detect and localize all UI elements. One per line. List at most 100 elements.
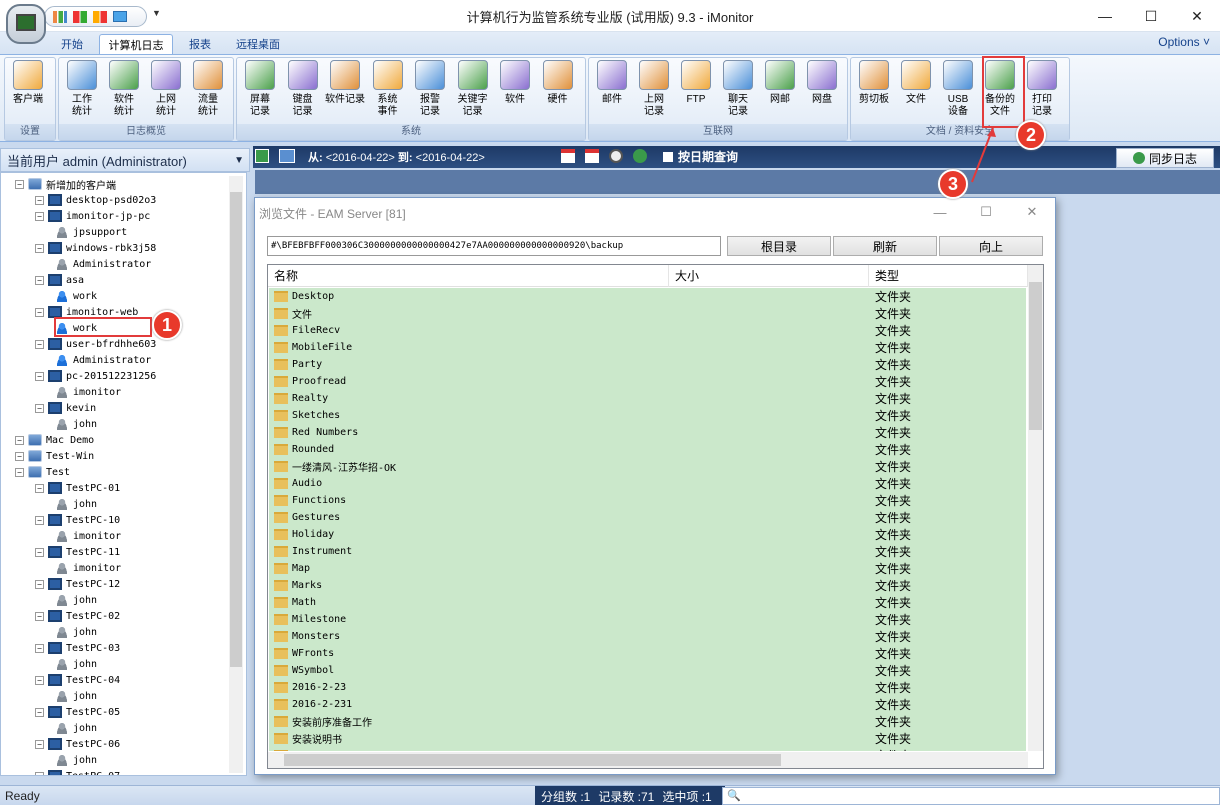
status-search-field[interactable]: 🔍 [722, 787, 1220, 805]
up-button[interactable]: 向上 [939, 236, 1043, 256]
tree-node-user[interactable]: john [55, 752, 97, 768]
column-size[interactable]: 大小 [669, 265, 869, 287]
tree-node-pc[interactable]: − TestPC-10 [35, 512, 120, 528]
file-row[interactable]: Functions 文件夹 [269, 492, 1026, 509]
export-image-icon[interactable] [279, 149, 295, 163]
file-row[interactable]: MobileFile 文件夹 [269, 339, 1026, 356]
ribbon-button-software[interactable]: 软件 [495, 60, 535, 126]
file-row[interactable]: Gestures 文件夹 [269, 509, 1026, 526]
tree-node-group[interactable]: − 新增加的客户端 [15, 176, 116, 192]
collapse-toggle-icon[interactable]: − [15, 435, 24, 445]
bar-chart-icon[interactable] [53, 10, 67, 23]
go-icon[interactable] [633, 149, 647, 163]
client-tree[interactable]: − 新增加的客户端 − desktop-psd02o3− imonitor-jp-pc j… [0, 172, 247, 776]
file-row[interactable]: WSymbol 文件夹 [269, 662, 1026, 679]
ribbon-button-bar-chart[interactable]: 工作 统计 [62, 60, 102, 126]
maximize-button[interactable]: ☐ [1128, 0, 1174, 32]
tree-node-pc[interactable]: − TestPC-01 [35, 480, 120, 496]
tree-node-pc[interactable]: − TestPC-12 [35, 576, 120, 592]
dialog-maximize-button[interactable]: ☐ [963, 198, 1009, 226]
tab-remote-desktop[interactable]: 远程桌面 [226, 34, 290, 54]
collapse-toggle-icon[interactable]: − [35, 611, 44, 621]
file-row[interactable]: Desktop 文件夹 [269, 288, 1026, 305]
tree-node-user-active[interactable]: Administrator [55, 352, 151, 368]
file-row[interactable]: Rounded 文件夹 [269, 441, 1026, 458]
app-logo-icon[interactable] [6, 4, 46, 44]
tree-node-pc[interactable]: − windows-rbk3j58 [35, 240, 156, 256]
tree-scroll-thumb[interactable] [230, 192, 242, 667]
file-list[interactable]: 名称 大小 类型 Desktop 文件夹 文件 文件夹 FileRecv 文件夹 Mobil… [267, 264, 1044, 769]
collapse-toggle-icon[interactable]: − [35, 211, 44, 221]
ribbon-button-webmail[interactable]: 网邮 [760, 60, 800, 126]
tree-node-user[interactable]: imonitor [55, 384, 121, 400]
calendar-from-icon[interactable] [561, 149, 575, 163]
tab-start[interactable]: 开始 [50, 34, 94, 54]
file-row[interactable]: Proofread 文件夹 [269, 373, 1026, 390]
file-row[interactable]: 一缕清风-江苏华招-OK 文件夹 [269, 458, 1026, 475]
ribbon-button-ftp[interactable]: FTP [676, 60, 716, 126]
ribbon-button-client[interactable]: 客户端 [8, 60, 48, 126]
file-row[interactable]: Red Numbers 文件夹 [269, 424, 1026, 441]
collapse-toggle-icon[interactable]: − [35, 483, 44, 493]
tree-node-user[interactable]: john [55, 592, 97, 608]
file-row[interactable]: 2016-2-23 文件夹 [269, 679, 1026, 696]
collapse-toggle-icon[interactable]: − [35, 307, 44, 317]
ribbon-button-software-stats[interactable]: 软件 统计 [104, 60, 144, 126]
collapse-toggle-icon[interactable]: − [35, 339, 44, 349]
tree-node-user[interactable]: jpsupport [55, 224, 127, 240]
column-name[interactable]: 名称 [268, 265, 669, 287]
ribbon-button-screen[interactable]: 屏幕 记录 [240, 60, 280, 126]
from-date[interactable]: <2016-04-22> [326, 152, 395, 164]
collapse-toggle-icon[interactable]: − [35, 243, 44, 253]
collapse-toggle-icon[interactable]: − [35, 195, 44, 205]
collapse-toggle-icon[interactable]: − [15, 467, 24, 477]
tree-node-pc[interactable]: − asa [35, 272, 84, 288]
ribbon-button-globe[interactable]: 上网 记录 [634, 60, 674, 126]
ribbon-button-usb[interactable]: USB 设备 [938, 60, 978, 126]
tree-node-pc[interactable]: − TestPC-06 [35, 736, 120, 752]
tree-node-pc[interactable]: − TestPC-05 [35, 704, 120, 720]
file-row[interactable]: Milestone 文件夹 [269, 611, 1026, 628]
tree-node-user[interactable]: john [55, 496, 97, 512]
tree-node-pc[interactable]: − user-bfrdhhe603 [35, 336, 156, 352]
collapse-toggle-icon[interactable]: − [35, 515, 44, 525]
tree-node-group[interactable]: − Test-Win [15, 448, 94, 464]
clock-icon[interactable] [609, 149, 623, 163]
tree-node-user[interactable]: john [55, 416, 97, 432]
ribbon-button-mail[interactable]: 邮件 [592, 60, 632, 126]
tree-node-user[interactable]: imonitor [55, 528, 121, 544]
file-row[interactable]: 安装说明书 文件夹 [269, 730, 1026, 747]
to-date[interactable]: <2016-04-22> [416, 152, 485, 164]
search-icon[interactable]: 🔍 [727, 789, 741, 802]
ribbon-button-hardware[interactable]: 硬件 [538, 60, 578, 126]
collapse-toggle-icon[interactable]: − [35, 403, 44, 413]
ribbon-button-chat[interactable]: 聊天 记录 [718, 60, 758, 126]
collapse-toggle-icon[interactable]: − [35, 547, 44, 557]
web-stats-icon[interactable] [93, 10, 107, 23]
column-type[interactable]: 类型 [869, 265, 1028, 287]
tab-reports[interactable]: 报表 [178, 34, 222, 54]
options-menu[interactable]: Options ˅ [1158, 35, 1210, 49]
file-row[interactable]: Sketches 文件夹 [269, 407, 1026, 424]
file-row[interactable]: WFronts 文件夹 [269, 645, 1026, 662]
tab-computer-log[interactable]: 计算机日志 [99, 34, 173, 54]
tree-node-pc[interactable]: − TestPC-07 [35, 768, 120, 775]
ribbon-button-traffic-stats[interactable]: 流量 统计 [188, 60, 228, 126]
checkbox-icon[interactable] [663, 151, 673, 162]
collapse-toggle-icon[interactable]: − [15, 179, 24, 189]
export-excel-icon[interactable] [255, 149, 269, 163]
collapse-toggle-icon[interactable]: − [35, 707, 44, 717]
tree-node-user[interactable]: john [55, 656, 97, 672]
close-button[interactable]: ✕ [1174, 0, 1220, 32]
file-row[interactable]: 2016-2-231 文件夹 [269, 696, 1026, 713]
file-row[interactable]: Math 文件夹 [269, 594, 1026, 611]
root-dir-button[interactable]: 根目录 [727, 236, 831, 256]
file-row[interactable]: 文件 文件夹 [269, 305, 1026, 322]
collapse-toggle-icon[interactable]: − [15, 451, 24, 461]
tree-node-pc[interactable]: − imonitor-jp-pc [35, 208, 150, 224]
file-row[interactable]: Map 文件夹 [269, 560, 1026, 577]
dialog-close-button[interactable]: ✕ [1009, 198, 1055, 226]
tree-node-group[interactable]: − Test [15, 464, 70, 480]
file-row[interactable]: Realty 文件夹 [269, 390, 1026, 407]
file-row[interactable]: Instrument 文件夹 [269, 543, 1026, 560]
